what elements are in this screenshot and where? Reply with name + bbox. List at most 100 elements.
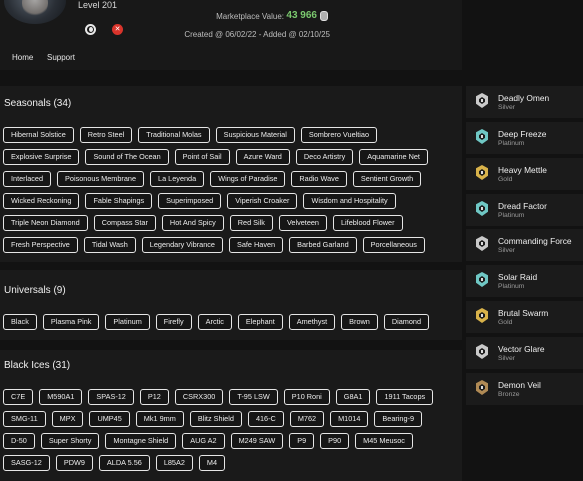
skin-chip[interactable]: 416-C (247, 411, 284, 427)
rank-badge-icon (476, 93, 488, 108)
skin-chip[interactable]: Montagne Shield (105, 433, 177, 449)
skin-chip[interactable]: Sound of The Ocean (85, 149, 169, 165)
skin-chip[interactable]: Safe Haven (228, 237, 284, 253)
rank-badge-icon (476, 272, 488, 287)
skin-chip[interactable]: Poisonous Membrane (57, 171, 145, 187)
skin-chip[interactable]: Compass Star (93, 215, 156, 231)
skin-chip[interactable]: Deco Artistry (295, 149, 354, 165)
skin-chip[interactable]: SMG-11 (3, 411, 46, 427)
skin-chip[interactable]: Triple Neon Diamond (3, 215, 88, 231)
skin-chip[interactable]: Superimposed (158, 193, 222, 209)
rank-card[interactable]: Commanding Force Silver (466, 229, 583, 261)
rank-badge-icon (476, 308, 488, 323)
xbox-icon[interactable]: ✕ (112, 24, 123, 35)
skin-chip[interactable]: M1014 (330, 411, 369, 427)
skin-chip[interactable]: Red Silk (229, 215, 273, 231)
skin-chip[interactable]: G8A1 (335, 389, 371, 405)
skin-chip[interactable]: Legendary Vibrance (141, 237, 223, 253)
skin-chip[interactable]: Sentient Growth (352, 171, 422, 187)
universals-list: Black Plasma Pink Platinum Firefly Arctic Ele… (3, 314, 455, 330)
skin-chip[interactable]: T-95 LSW (229, 389, 278, 405)
rank-name: Dread Factor (498, 201, 547, 211)
skin-chip[interactable]: Viperish Croaker (227, 193, 298, 209)
skin-chip[interactable]: M762 (289, 411, 325, 427)
skin-chip[interactable]: M590A1 (39, 389, 83, 405)
rank-name: Commanding Force (498, 236, 572, 246)
skin-chip[interactable]: Lifeblood Flower (333, 215, 403, 231)
skin-chip[interactable]: P12 (139, 389, 169, 405)
nav-support-link[interactable]: Support (47, 53, 75, 62)
skin-chip[interactable]: AUG A2 (182, 433, 225, 449)
rank-card[interactable]: Solar Raid Platinum (466, 265, 583, 297)
skin-chip[interactable]: Arctic (197, 314, 232, 330)
skin-chip[interactable]: M4 (198, 455, 226, 471)
skin-chip[interactable]: D-50 (3, 433, 35, 449)
skin-chip[interactable]: Firefly (155, 314, 192, 330)
skin-chip[interactable]: Retro Steel (79, 127, 133, 143)
skin-chip[interactable]: SASG-12 (3, 455, 50, 471)
rank-card[interactable]: Dread Factor Platinum (466, 194, 583, 226)
skin-chip[interactable]: P90 (320, 433, 350, 449)
rank-card[interactable]: Brutal Swarm Gold (466, 301, 583, 333)
skin-chip[interactable]: M249 SAW (230, 433, 284, 449)
skin-chip[interactable]: Elephant (237, 314, 283, 330)
skin-chip[interactable]: Amethyst (288, 314, 336, 330)
skin-chip[interactable]: Plasma Pink (42, 314, 100, 330)
skin-chip[interactable]: ALDA 5.56 (98, 455, 150, 471)
skin-chip[interactable]: Suspicious Material (215, 127, 295, 143)
skin-chip[interactable]: Aquamarine Net (359, 149, 428, 165)
rank-card[interactable]: Heavy Mettle Gold (466, 158, 583, 190)
profile-header: Level 201 ✕ Marketplace Value: 43 966 Cr… (0, 0, 462, 70)
ubisoft-icon[interactable] (85, 24, 96, 35)
skin-chip[interactable]: Traditional Molas (138, 127, 210, 143)
skin-chip[interactable]: UMP45 (89, 411, 130, 427)
avatar[interactable] (4, 0, 66, 24)
skin-chip[interactable]: Azure Ward (235, 149, 290, 165)
skin-chip[interactable]: Sombrero Vueltiao (300, 127, 378, 143)
skin-chip[interactable]: Fresh Perspective (3, 237, 78, 253)
skin-chip[interactable]: Wings of Paradise (210, 171, 286, 187)
skin-chip[interactable]: Bearing-9 (374, 411, 423, 427)
rank-tier: Platinum (498, 283, 525, 290)
skin-chip[interactable]: SPAS-12 (88, 389, 134, 405)
skin-chip[interactable]: M45 Meusoc (355, 433, 413, 449)
skin-chip[interactable]: Super Shorty (40, 433, 100, 449)
skin-chip[interactable]: Wisdom and Hospitality (303, 193, 396, 209)
rank-card[interactable]: Vector Glare Silver (466, 337, 583, 369)
rank-card[interactable]: Demon Veil Bronze (466, 373, 583, 405)
skin-chip[interactable]: Diamond (383, 314, 430, 330)
skin-chip[interactable]: Fable Shapings (85, 193, 153, 209)
skin-chip[interactable]: La Leyenda (150, 171, 205, 187)
skin-chip[interactable]: Wicked Reckoning (3, 193, 80, 209)
rank-name: Brutal Swarm (498, 308, 549, 318)
rank-card[interactable]: Deadly Omen Silver (466, 86, 583, 118)
rank-card[interactable]: Deep Freeze Platinum (466, 122, 583, 154)
skin-chip[interactable]: Tidal Wash (83, 237, 136, 253)
section-title: Black Ices (31) (4, 360, 71, 371)
skin-chip[interactable]: C7E (3, 389, 34, 405)
skin-chip[interactable]: P10 Roni (283, 389, 330, 405)
nav-home-link[interactable]: Home (12, 53, 33, 62)
skin-chip[interactable]: Porcellaneous (362, 237, 425, 253)
skin-chip[interactable]: CSRX300 (174, 389, 224, 405)
skin-chip[interactable]: Interlaced (3, 171, 52, 187)
skin-chip[interactable]: Blitz Shield (189, 411, 242, 427)
skin-chip[interactable]: Mk1 9mm (135, 411, 184, 427)
skin-chip[interactable]: Explosive Surprise (3, 149, 80, 165)
black-ices-section: Black Ices (31) C7E M590A1 SPAS-12 P12 CSRX3… (0, 350, 462, 481)
skin-chip[interactable]: P9 (289, 433, 315, 449)
rank-name: Solar Raid (498, 272, 538, 282)
skin-chip[interactable]: Barbed Garland (289, 237, 357, 253)
skin-chip[interactable]: Hibernal Solstice (3, 127, 74, 143)
skin-chip[interactable]: Black (3, 314, 37, 330)
skin-chip[interactable]: Velveteen (278, 215, 327, 231)
skin-chip[interactable]: Brown (341, 314, 378, 330)
skin-chip[interactable]: MPX (51, 411, 84, 427)
skin-chip[interactable]: PDW9 (55, 455, 93, 471)
skin-chip[interactable]: Radio Wave (291, 171, 347, 187)
skin-chip[interactable]: L85A2 (155, 455, 193, 471)
skin-chip[interactable]: Point of Sail (174, 149, 230, 165)
skin-chip[interactable]: Hot And Spicy (161, 215, 224, 231)
skin-chip[interactable]: 1911 Tacops (376, 389, 434, 405)
skin-chip[interactable]: Platinum (105, 314, 150, 330)
